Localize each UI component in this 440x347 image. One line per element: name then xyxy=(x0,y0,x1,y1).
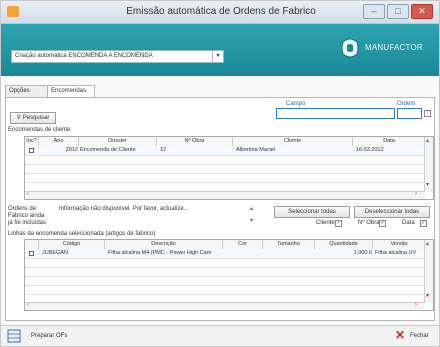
row-include-checkbox[interactable] xyxy=(29,148,34,153)
deselect-all-button[interactable]: Deseleccionar todas xyxy=(354,206,430,218)
col-obra[interactable]: Nº Obra xyxy=(157,137,233,146)
scroll-left-icon[interactable]: ‹ xyxy=(27,191,29,197)
cell-dossier: Encomenda de Cliente xyxy=(80,147,136,153)
col-inc[interactable]: Inc? xyxy=(25,137,39,146)
scroll-down-icon[interactable]: ▾ xyxy=(426,181,429,188)
cell-size xyxy=(263,249,315,258)
scroll-up-icon[interactable]: ▴ xyxy=(426,240,429,247)
col-version[interactable]: Versão xyxy=(373,240,426,249)
col-ano[interactable]: Ano xyxy=(39,137,79,146)
col-size[interactable]: Tamanho xyxy=(263,240,315,249)
included-label: Ordens de Fabrico ainda já foi incluídas xyxy=(8,206,47,226)
cell-ano: 2012 xyxy=(65,147,78,153)
select-all-button[interactable]: Seleccionar todas xyxy=(274,206,350,218)
prepare-ofs-label: Preparar OFs xyxy=(31,333,68,339)
header-band: Criação automática ENCOMENDA A ENCOMENDA… xyxy=(1,24,439,76)
brand-logo: MANUFACTOR xyxy=(339,38,429,60)
scroll-up-icon[interactable]: ▴ xyxy=(426,137,429,144)
col-quantity[interactable]: Quantidade xyxy=(315,240,373,249)
cell-description: Filha alcalina M4 (PMC - Power High Cam xyxy=(108,250,212,256)
close-window-button[interactable]: ✕ xyxy=(411,4,433,19)
info-text: Informação não disponível. Por favor, ac… xyxy=(58,205,248,225)
close-label: Fechar xyxy=(410,333,429,339)
filter-obra-label: Nº Obra xyxy=(358,220,380,226)
orders-vscroll[interactable]: ▴ ▾ xyxy=(424,137,433,192)
filter-data-checkbox[interactable]: ✓ xyxy=(420,220,427,227)
orders-hscroll[interactable]: ‹ › xyxy=(25,191,425,199)
line-select-checkbox[interactable] xyxy=(29,251,34,256)
cell-data: 16.03.2012 xyxy=(356,147,384,153)
col-code[interactable]: Código xyxy=(39,240,105,249)
close-button[interactable]: ✕ Fechar xyxy=(395,328,435,343)
lines-grid: Código Descrição Cor Tamanho Quantidade … xyxy=(24,239,434,311)
table-row xyxy=(25,285,426,295)
search-icon: ⚲ xyxy=(16,115,22,121)
lines-vscroll[interactable]: ▴ ▾ xyxy=(424,240,433,303)
cell-quantity: 1,000.0 xyxy=(353,250,372,256)
orders-grid: Inc? Ano Dossier Nº Obra Cliente Data 20… xyxy=(24,136,434,200)
info-scroll-down-icon[interactable]: ▾ xyxy=(250,217,253,224)
scroll-right-icon[interactable]: › xyxy=(415,302,417,308)
chevron-down-icon: ▾ xyxy=(212,51,223,62)
orders-section-label: Encomendas de cliente xyxy=(8,127,71,133)
tab-general-options[interactable]: Opções gerais xyxy=(5,85,49,105)
lines-section-label: Linhas da encomenda seleccionada (artigo… xyxy=(8,231,156,237)
main-window: Emissão automática de Ordens de Fabrico … xyxy=(0,0,440,347)
col-dossier[interactable]: Dossier xyxy=(79,137,157,146)
search-button[interactable]: ⚲ Pesquisar xyxy=(10,112,56,124)
field-label: Campo xyxy=(286,101,306,107)
brand-name: MANUFACTOR xyxy=(365,43,423,52)
scroll-left-icon[interactable]: ‹ xyxy=(27,302,29,308)
orders-panel: ⚲ Pesquisar Campo Ordem ↕ Encomendas de … xyxy=(5,97,435,321)
order-label: Ordem xyxy=(397,101,416,107)
maximize-button[interactable]: □ xyxy=(387,4,409,19)
footer-bar: Preparar OFs ✕ Fechar xyxy=(1,325,439,346)
window-title: Emissão automática de Ordens de Fabrico xyxy=(126,6,316,17)
grid-icon xyxy=(7,329,21,343)
field-select[interactable] xyxy=(276,108,395,119)
order-select[interactable] xyxy=(397,108,422,119)
col-select[interactable] xyxy=(25,240,39,249)
cell-color xyxy=(223,249,263,258)
table-row xyxy=(25,173,426,183)
col-description[interactable]: Descrição xyxy=(105,240,223,249)
filter-obra-checkbox[interactable]: ✓ xyxy=(379,220,386,227)
lines-hscroll[interactable]: ‹ › xyxy=(25,302,425,310)
scroll-down-icon[interactable]: ▾ xyxy=(426,292,429,299)
mode-select-value: Criação automática ENCOMENDA A ENCOMENDA xyxy=(15,53,153,59)
minimize-button[interactable]: – xyxy=(363,4,385,19)
title-bar: Emissão automática de Ordens de Fabrico … xyxy=(1,1,439,24)
col-cliente[interactable]: Cliente xyxy=(233,137,353,146)
scroll-right-icon[interactable]: › xyxy=(415,191,417,197)
filter-cliente-checkbox[interactable]: ✓ xyxy=(335,220,342,227)
close-icon: ✕ xyxy=(395,328,406,342)
filter-cliente-label: Cliente xyxy=(316,220,335,226)
filter-data-label: Data xyxy=(402,220,415,226)
col-data[interactable]: Data xyxy=(353,137,426,146)
cell-version: Filha alcalina UV xyxy=(375,250,417,256)
mode-select[interactable]: Criação automática ENCOMENDA A ENCOMENDA… xyxy=(11,50,224,63)
col-color[interactable]: Cor xyxy=(223,240,263,249)
cell-cliente: Albertina Maciel xyxy=(236,147,276,153)
logo-icon xyxy=(341,38,359,58)
info-scroll-up-icon[interactable]: ▴ xyxy=(250,205,253,212)
cell-obra: 12 xyxy=(160,147,167,153)
search-button-label: Pesquisar xyxy=(22,115,50,121)
cell-code: JUBEGAN xyxy=(42,250,68,256)
app-icon xyxy=(7,6,19,17)
sort-toggle[interactable]: ↕ xyxy=(424,110,431,117)
